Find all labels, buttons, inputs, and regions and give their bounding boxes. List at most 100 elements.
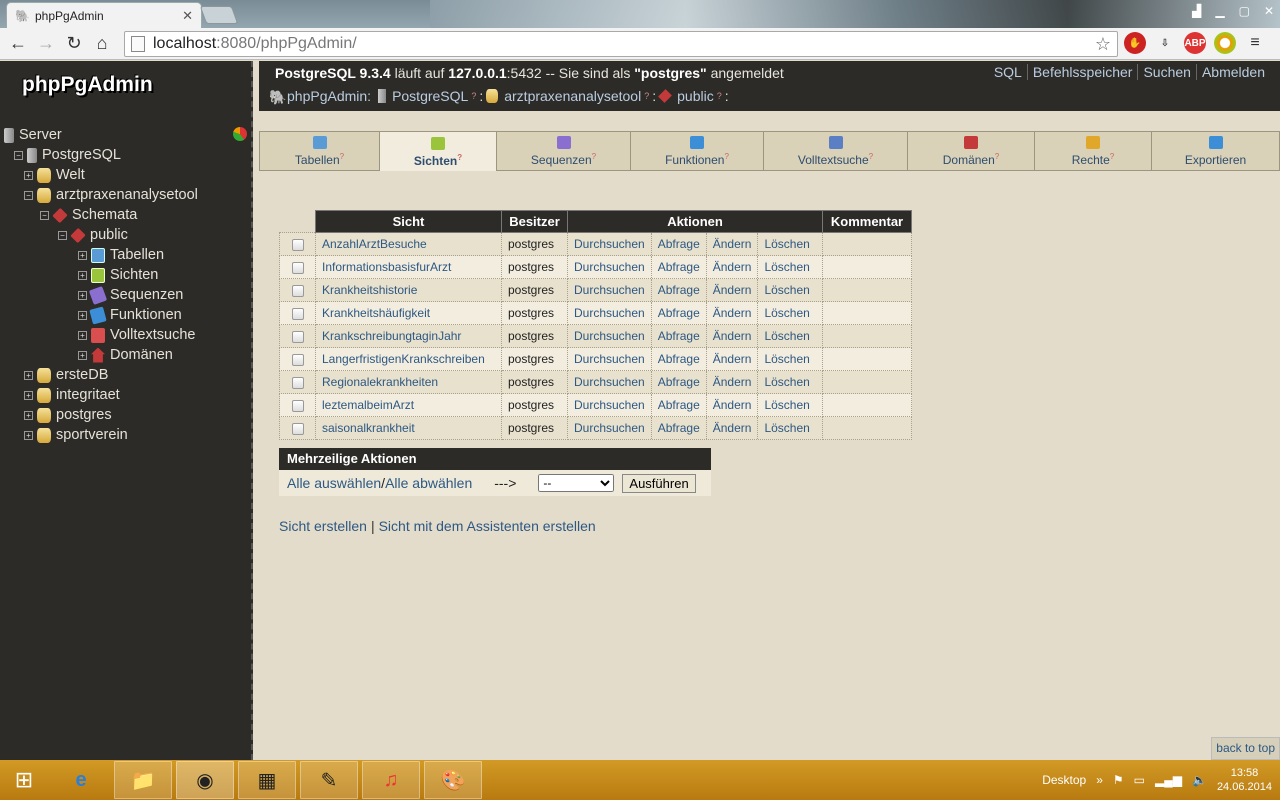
browse-link[interactable]: Durchsuchen bbox=[568, 256, 651, 278]
query-link[interactable]: Abfrage bbox=[650, 371, 706, 393]
drop-link[interactable]: Löschen bbox=[757, 348, 815, 370]
browse-link[interactable]: Durchsuchen bbox=[568, 279, 651, 301]
browse-link[interactable]: Durchsuchen bbox=[568, 348, 651, 370]
tree-item-server[interactable]: Server bbox=[4, 125, 62, 145]
query-link[interactable]: Abfrage bbox=[650, 279, 706, 301]
alter-link[interactable]: Ändern bbox=[705, 394, 758, 416]
expand-toggle-icon[interactable]: − bbox=[14, 150, 23, 160]
bookmark-star-icon[interactable]: ☆ bbox=[1095, 34, 1111, 55]
tab-tables[interactable]: Tabellen? bbox=[259, 131, 379, 171]
clock[interactable]: 13:58 24.06.2014 bbox=[1217, 766, 1272, 794]
view-name-link[interactable]: InformationsbasisfurArzt bbox=[322, 260, 451, 274]
expand-toggle-icon[interactable]: + bbox=[78, 250, 87, 260]
new-tab-button[interactable] bbox=[199, 6, 239, 24]
tree-item-sportverein[interactable]: + sportverein bbox=[24, 425, 128, 445]
alter-link[interactable]: Ändern bbox=[705, 348, 758, 370]
deselect-all-link[interactable]: Alle abwählen bbox=[385, 475, 472, 491]
crumb-phppgadmin[interactable]: phpPgAdmin: bbox=[287, 88, 371, 104]
drop-link[interactable]: Löschen bbox=[757, 302, 815, 324]
crumb-database[interactable]: arztpraxenanalysetool bbox=[504, 88, 641, 104]
drop-link[interactable]: Löschen bbox=[757, 256, 815, 278]
tree-item-funktionen[interactable]: + Funktionen bbox=[78, 305, 182, 325]
row-checkbox[interactable] bbox=[291, 399, 304, 412]
tree-item-postgresql[interactable]: − PostgreSQL bbox=[14, 145, 121, 165]
row-checkbox[interactable] bbox=[291, 307, 304, 320]
tree-item-sichten[interactable]: + Sichten bbox=[78, 265, 158, 285]
browse-link[interactable]: Durchsuchen bbox=[568, 325, 651, 347]
view-name-link[interactable]: saisonalkrankheit bbox=[322, 421, 415, 435]
help-icon[interactable]: ? bbox=[592, 152, 596, 161]
help-icon[interactable]: ? bbox=[340, 152, 344, 161]
help-icon[interactable]: ? bbox=[457, 153, 462, 162]
minimize-icon[interactable]: ▁ bbox=[1215, 4, 1224, 18]
crumb-server[interactable]: PostgreSQL bbox=[392, 88, 468, 104]
expand-toggle-icon[interactable]: + bbox=[24, 430, 33, 440]
alter-link[interactable]: Ändern bbox=[705, 279, 758, 301]
signal-icon[interactable]: ▂▄▆ bbox=[1155, 773, 1182, 787]
volume-icon[interactable]: 🔈 bbox=[1192, 773, 1207, 787]
query-link[interactable]: Abfrage bbox=[650, 325, 706, 347]
alter-link[interactable]: Ändern bbox=[705, 371, 758, 393]
browse-link[interactable]: Durchsuchen bbox=[568, 302, 651, 324]
tree-item-erstedb[interactable]: + ersteDB bbox=[24, 365, 108, 385]
alter-link[interactable]: Ändern bbox=[705, 233, 758, 255]
alter-link[interactable]: Ändern bbox=[705, 325, 758, 347]
view-name-link[interactable]: LangerfristigenKrankschreiben bbox=[322, 352, 485, 366]
create-view-link[interactable]: Sicht erstellen bbox=[279, 518, 367, 534]
expand-toggle-icon[interactable]: − bbox=[40, 210, 49, 220]
download-extension-icon[interactable]: ⇩ bbox=[1154, 32, 1176, 54]
query-link[interactable]: Abfrage bbox=[650, 302, 706, 324]
alter-link[interactable]: Ändern bbox=[705, 256, 758, 278]
help-icon[interactable]: ? bbox=[995, 152, 999, 161]
expand-toggle-icon[interactable]: − bbox=[24, 190, 33, 200]
adblock-icon[interactable]: ABP bbox=[1184, 32, 1206, 54]
desktop-label[interactable]: Desktop bbox=[1042, 773, 1086, 787]
drop-link[interactable]: Löschen bbox=[757, 417, 815, 439]
forward-arrow-icon[interactable]: → bbox=[32, 33, 60, 54]
query-link[interactable]: Abfrage bbox=[650, 417, 706, 439]
create-view-wizard-link[interactable]: Sicht mit dem Assistenten erstellen bbox=[379, 518, 596, 534]
expand-toggle-icon[interactable]: + bbox=[78, 270, 87, 280]
view-name-link[interactable]: leztemalbeimArzt bbox=[322, 398, 414, 412]
history-link[interactable]: Befehlsspeicher bbox=[1026, 64, 1138, 80]
tree-item-domänen[interactable]: + Domänen bbox=[78, 345, 173, 365]
expand-toggle-icon[interactable]: + bbox=[24, 370, 33, 380]
tree-item-arztpraxenanalysetool[interactable]: − arztpraxenanalysetool bbox=[24, 185, 198, 205]
alter-link[interactable]: Ändern bbox=[705, 302, 758, 324]
row-checkbox[interactable] bbox=[291, 422, 304, 435]
alter-link[interactable]: Ändern bbox=[705, 417, 758, 439]
expand-toggle-icon[interactable]: − bbox=[58, 230, 67, 240]
expand-toggle-icon[interactable]: + bbox=[24, 170, 33, 180]
query-link[interactable]: Abfrage bbox=[650, 394, 706, 416]
help-icon[interactable]: ? bbox=[717, 91, 722, 101]
battery-icon[interactable]: ▭ bbox=[1134, 773, 1145, 787]
back-to-top-link[interactable]: back to top bbox=[1211, 737, 1280, 760]
music-icon[interactable]: ♫ bbox=[362, 761, 420, 799]
tab-privileges[interactable]: Rechte? bbox=[1034, 131, 1151, 171]
start-windows-icon[interactable]: ⊞ bbox=[0, 761, 48, 799]
tab-sequences[interactable]: Sequenzen? bbox=[496, 131, 630, 171]
row-checkbox[interactable] bbox=[291, 376, 304, 389]
row-checkbox[interactable] bbox=[291, 284, 304, 297]
tab-views[interactable]: Sichten? bbox=[379, 131, 496, 171]
tab-export[interactable]: Exportieren bbox=[1151, 131, 1280, 171]
row-checkbox[interactable] bbox=[291, 238, 304, 251]
query-link[interactable]: Abfrage bbox=[650, 348, 706, 370]
row-checkbox[interactable] bbox=[291, 330, 304, 343]
maximize-icon[interactable]: ▢ bbox=[1239, 4, 1250, 18]
query-link[interactable]: Abfrage bbox=[650, 233, 706, 255]
browser-tab[interactable]: 🐘 phpPgAdmin ✕ bbox=[6, 2, 202, 28]
crumb-schema[interactable]: public bbox=[677, 88, 714, 104]
sql-link[interactable]: SQL bbox=[989, 64, 1027, 80]
reload-icon[interactable]: ↻ bbox=[60, 33, 88, 54]
expand-toggle-icon[interactable]: + bbox=[24, 390, 33, 400]
help-icon[interactable]: ? bbox=[724, 152, 728, 161]
tab-fulltext[interactable]: Volltextsuche? bbox=[763, 131, 907, 171]
close-tab-icon[interactable]: ✕ bbox=[182, 8, 193, 24]
color-extension-icon[interactable] bbox=[1214, 32, 1236, 54]
drop-link[interactable]: Löschen bbox=[757, 233, 815, 255]
expand-toggle-icon[interactable]: + bbox=[78, 310, 87, 320]
close-window-icon[interactable]: ✕ bbox=[1264, 4, 1274, 18]
view-name-link[interactable]: Krankheitshäufigkeit bbox=[322, 306, 430, 320]
tree-item-volltextsuche[interactable]: + Volltextsuche bbox=[78, 325, 195, 345]
